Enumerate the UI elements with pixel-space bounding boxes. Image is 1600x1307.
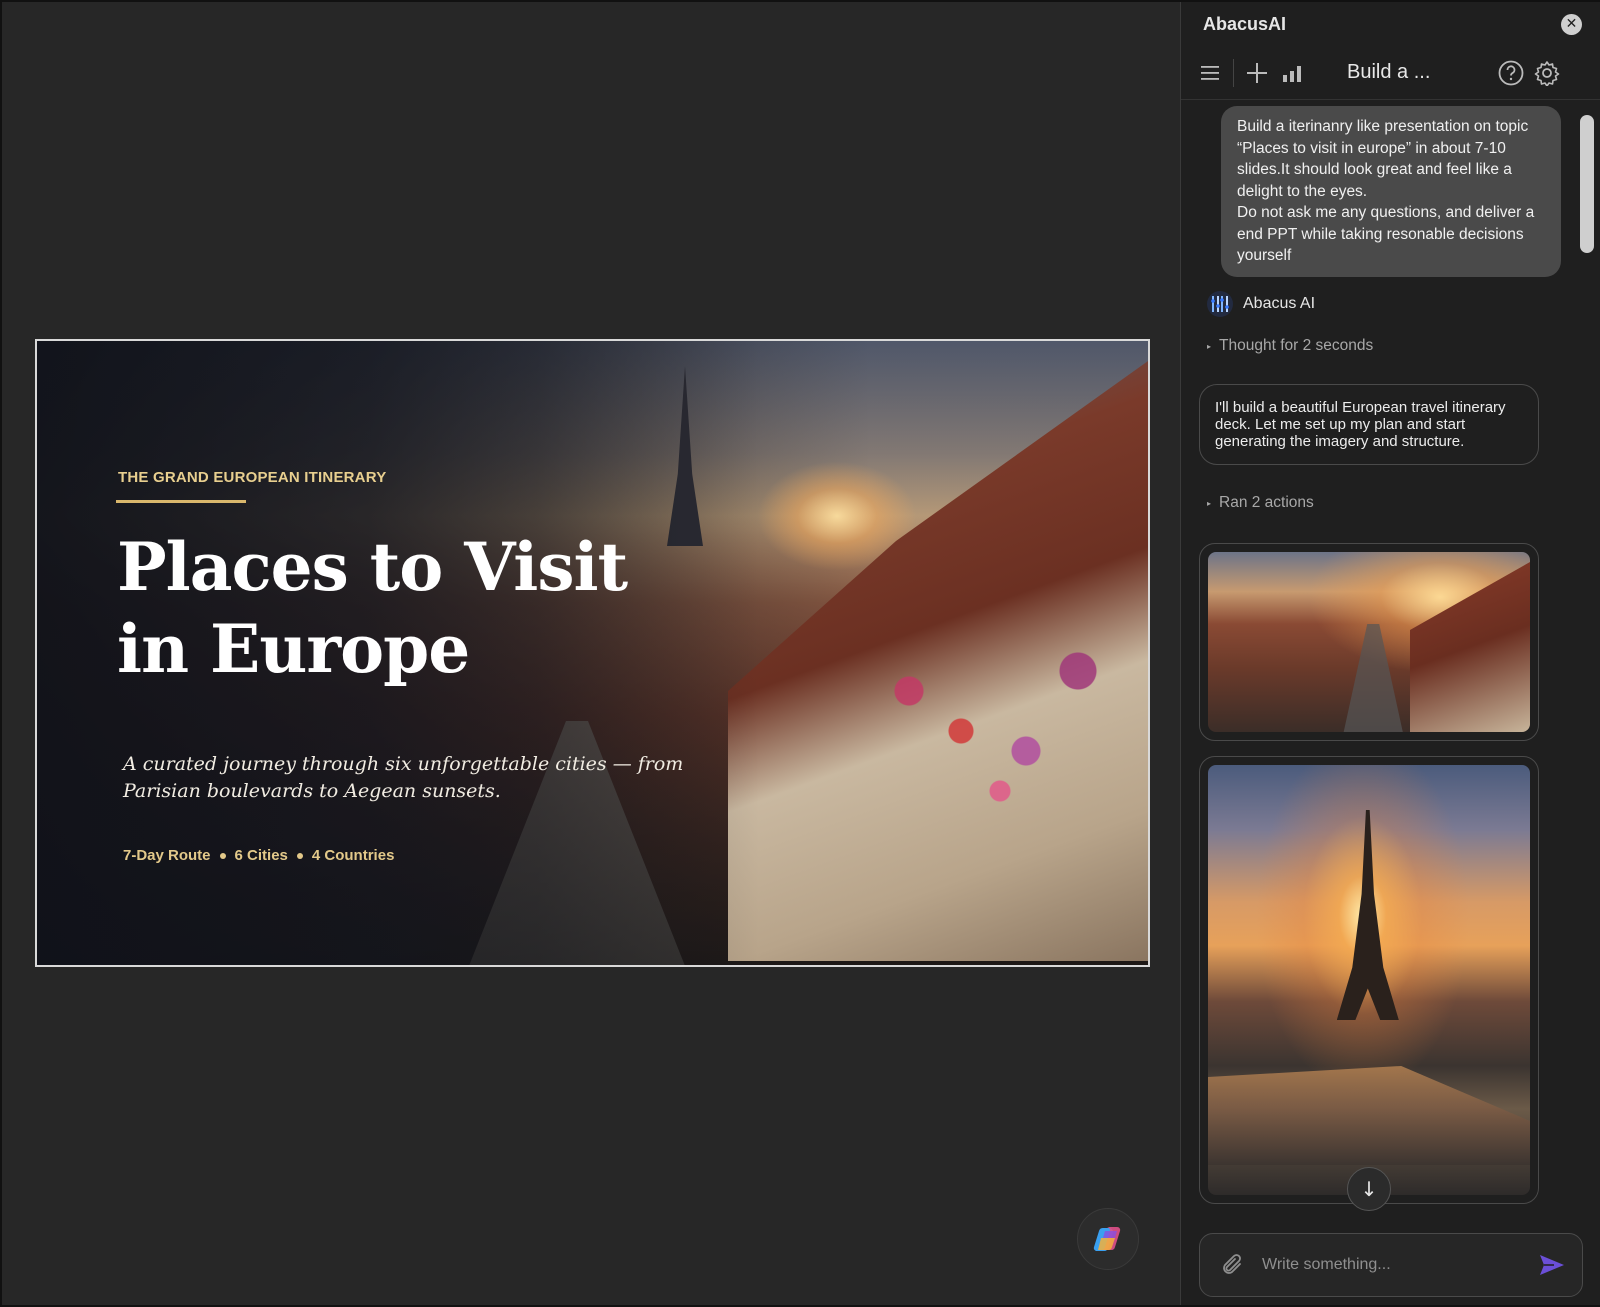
meta-separator-dot [219, 852, 226, 859]
plus-icon[interactable] [1246, 62, 1268, 84]
slide-subtitle: A curated journey through six unforgetta… [123, 753, 684, 802]
meta-separator-dot [296, 852, 303, 859]
thought-disclosure[interactable]: ▸ Thought for 2 seconds [1207, 337, 1373, 355]
gear-icon[interactable] [1534, 60, 1560, 86]
disclosure-triangle-icon: ▸ [1207, 498, 1212, 508]
hamburger-menu-icon[interactable] [1201, 65, 1219, 81]
slide-editor: THE GRAND EUROPEAN ITINERARY Places to V… [2, 2, 1180, 1305]
title-slide[interactable]: THE GRAND EUROPEAN ITINERARY Places to V… [35, 339, 1150, 967]
image-rooftop-shape [1410, 562, 1530, 732]
user-message-text: Build a iterinanry like presentation on … [1237, 118, 1535, 264]
user-message: Build a iterinanry like presentation on … [1221, 106, 1561, 277]
image-river-shape [1208, 1066, 1530, 1165]
assistant-name: Abacus AI [1243, 295, 1316, 312]
panel-title: AbacusAI [1203, 13, 1287, 34]
generated-image-eiffel-tower[interactable] [1208, 765, 1530, 1195]
slide-meta: 7-Day Route 6 Cities 4 Countries [123, 847, 394, 864]
generated-image-old-town[interactable] [1208, 552, 1530, 732]
slide-title-line-1: Places to Visit [117, 528, 628, 606]
copilot-icon [1093, 1226, 1121, 1252]
image-street-shape [1343, 624, 1404, 732]
paperclip-icon[interactable] [1220, 1253, 1244, 1277]
copilot-button[interactable] [1077, 1208, 1139, 1270]
meta-route: 7-Day Route [123, 847, 211, 864]
panel-header: AbacusAI ✕ [1181, 2, 1600, 46]
assistant-message-text: I'll build a beautiful European travel i… [1215, 399, 1506, 450]
slide-title: Places to Visit in Europe [117, 526, 737, 690]
toolbar-divider [1233, 58, 1234, 87]
toolbar-right-icons [1498, 60, 1560, 86]
slide-eyebrow-rule [116, 500, 246, 503]
app-window: THE GRAND EUROPEAN ITINERARY Places to V… [0, 0, 1600, 1307]
message-input[interactable] [1262, 1256, 1538, 1274]
slide-eyebrow: THE GRAND EUROPEAN ITINERARY [118, 469, 387, 486]
slide-title-line-2: in Europe [117, 610, 470, 688]
help-circle-icon[interactable] [1498, 60, 1524, 86]
meta-cities: 6 Cities [234, 847, 288, 864]
thought-label: Thought for 2 seconds [1219, 337, 1374, 354]
meta-countries: 4 Countries [311, 847, 395, 864]
disclosure-triangle-icon: ▸ [1207, 341, 1212, 351]
scroll-down-arrow-icon[interactable]: ↓ [1347, 1167, 1391, 1211]
panel-toolbar: Build a ... [1181, 46, 1600, 100]
assistant-panel: AbacusAI ✕ Build a ... Build a iterinanr… [1180, 2, 1600, 1305]
assistant-message: I'll build a beautiful European travel i… [1199, 384, 1539, 465]
chat-thread[interactable]: Build a iterinanry like presentation on … [1181, 101, 1599, 1221]
generated-image-card[interactable] [1199, 543, 1539, 741]
generated-image-card[interactable]: ↓ [1199, 756, 1539, 1211]
image-eiffel-tower-shape [1336, 810, 1399, 1020]
actions-disclosure[interactable]: ▸ Ran 2 actions [1207, 494, 1314, 512]
chat-scrollbar[interactable] [1580, 115, 1594, 253]
abacus-logo-icon [1207, 291, 1233, 317]
close-icon[interactable]: ✕ [1561, 13, 1582, 35]
assistant-header: Abacus AI [1207, 291, 1315, 317]
conversation-title[interactable]: Build a ... [1347, 61, 1430, 84]
send-icon[interactable] [1538, 1253, 1566, 1277]
bar-chart-icon[interactable] [1282, 64, 1302, 82]
actions-label: Ran 2 actions [1219, 494, 1314, 511]
message-composer [1199, 1233, 1583, 1297]
